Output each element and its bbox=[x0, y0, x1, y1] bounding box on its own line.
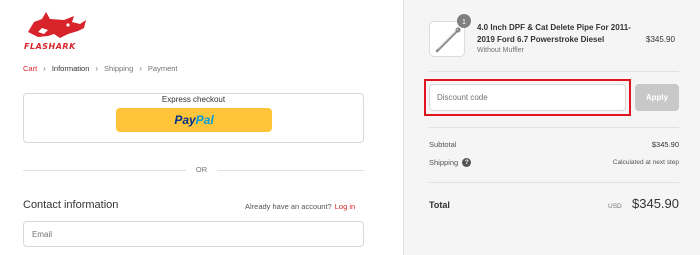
brand-logo[interactable]: FLASHARK bbox=[24, 10, 94, 52]
total-currency: USD bbox=[608, 203, 622, 210]
express-checkout-box: Express checkout Pay Pal bbox=[23, 93, 364, 143]
email-placeholder: Email bbox=[32, 229, 53, 239]
brand-wordmark: FLASHARK bbox=[24, 42, 76, 51]
paypal-logo-part1: Pay bbox=[174, 113, 196, 127]
chevron-right-icon: › bbox=[139, 64, 142, 73]
breadcrumb-payment: Payment bbox=[147, 64, 178, 73]
subtotal-label: Subtotal bbox=[429, 140, 457, 149]
apply-discount-button[interactable]: Apply bbox=[635, 84, 679, 111]
quantity-badge: 1 bbox=[457, 14, 471, 28]
summary-divider bbox=[429, 71, 679, 72]
breadcrumb-shipping: Shipping bbox=[104, 64, 134, 73]
summary-divider bbox=[429, 127, 679, 128]
breadcrumb-information: Information bbox=[51, 64, 90, 73]
chevron-right-icon: › bbox=[43, 64, 46, 73]
product-price: $345.90 bbox=[646, 35, 675, 44]
shark-icon bbox=[28, 12, 86, 38]
discount-placeholder: Discount code bbox=[437, 93, 488, 102]
breadcrumb-cart[interactable]: Cart bbox=[23, 64, 37, 73]
shipping-row-label: Shipping ? bbox=[429, 158, 472, 167]
total-amount: $345.90 bbox=[632, 196, 679, 211]
product-name: 4.0 Inch DPF & Cat Delete Pipe For 2011-… bbox=[477, 23, 631, 44]
subtotal-value: $345.90 bbox=[651, 140, 679, 149]
email-field[interactable]: Email bbox=[23, 221, 364, 247]
help-icon[interactable]: ? bbox=[462, 158, 472, 167]
contact-information-heading: Contact information bbox=[23, 199, 119, 211]
paypal-button[interactable]: Pay Pal bbox=[116, 108, 272, 132]
paypal-logo-part2: Pal bbox=[195, 113, 214, 127]
checkout-main: FLASHARK Cart › Information › Shipping ›… bbox=[0, 0, 403, 255]
account-login-prompt: Already have an account? Log in bbox=[245, 202, 355, 211]
discount-code-input[interactable]: Discount code bbox=[429, 84, 626, 111]
account-prompt-text: Already have an account? bbox=[245, 202, 332, 211]
product-variant: Without Muffler bbox=[477, 47, 524, 54]
or-divider-label: OR bbox=[185, 165, 218, 174]
express-checkout-title: Express checkout bbox=[155, 95, 232, 104]
chevron-right-icon: › bbox=[95, 64, 99, 73]
breadcrumb: Cart › Information › Shipping › Payment bbox=[23, 64, 178, 73]
shipping-label: Shipping bbox=[429, 158, 459, 167]
login-link[interactable]: Log in bbox=[335, 202, 355, 211]
summary-divider bbox=[429, 182, 679, 183]
express-checkout-title-wrap: Express checkout bbox=[24, 89, 363, 107]
total-label: Total bbox=[429, 200, 450, 210]
checkout-page: FLASHARK Cart › Information › Shipping ›… bbox=[0, 0, 700, 255]
shipping-value: Calculated at next step bbox=[612, 159, 679, 166]
or-divider: OR bbox=[0, 165, 403, 174]
